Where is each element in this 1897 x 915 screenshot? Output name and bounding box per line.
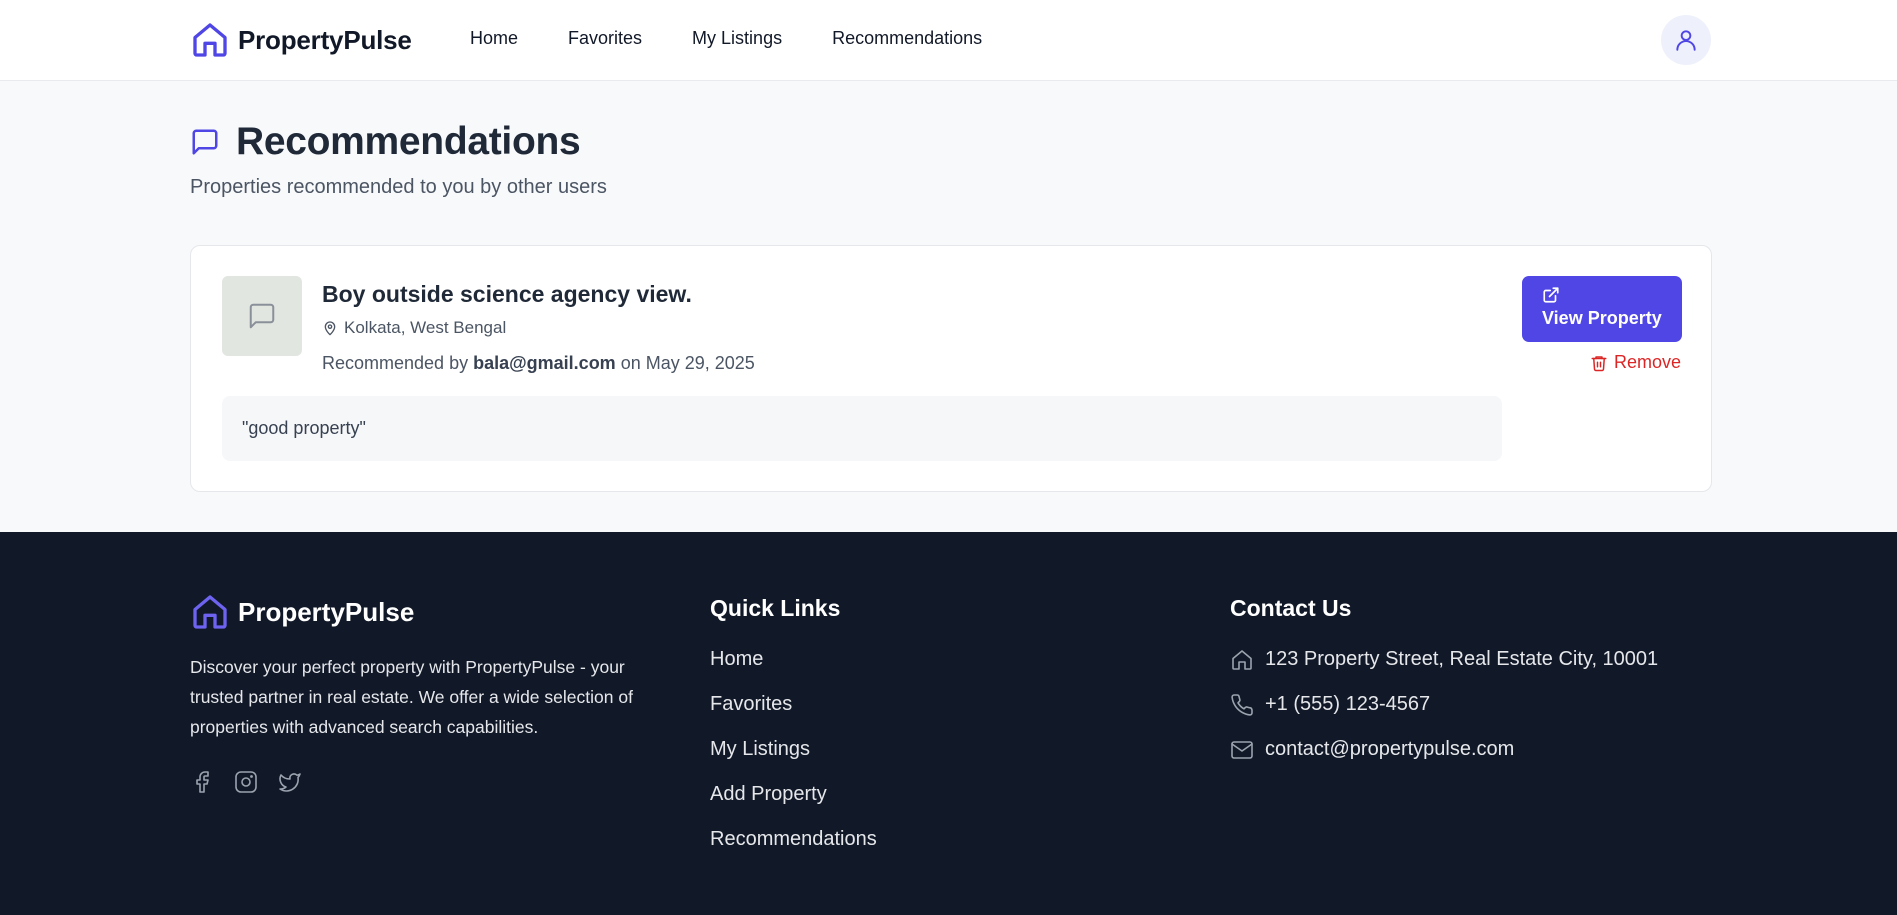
- footer-link-home[interactable]: Home: [710, 637, 877, 682]
- home-icon: [1232, 649, 1252, 670]
- mail-icon: [1231, 740, 1253, 759]
- home-logo-icon: [193, 23, 227, 57]
- contact-address: 123 Property Street, Real Estate City, 1…: [1230, 637, 1658, 682]
- view-property-label: View Property: [1542, 308, 1662, 328]
- view-property-button[interactable]: View Property: [1522, 276, 1682, 342]
- recommended-by-line: Recommended by bala@gmail.com on May 29,…: [322, 353, 755, 374]
- contact-phone: +1 (555) 123-4567: [1230, 682, 1658, 727]
- trash-icon: [1591, 355, 1607, 371]
- contact-title: Contact Us: [1230, 595, 1352, 621]
- user-icon: [1676, 30, 1696, 51]
- facebook-icon[interactable]: [190, 770, 214, 794]
- nav-home[interactable]: Home: [470, 28, 518, 49]
- quick-links-section: Quick Links Home Favorites My Listings A…: [710, 595, 877, 862]
- map-pin-icon: [324, 321, 336, 336]
- location-text: Kolkata, West Bengal: [344, 318, 507, 337]
- social-links: [190, 770, 322, 794]
- property-title[interactable]: Boy outside science agency view.: [322, 281, 692, 308]
- site-footer: PropertyPulse Discover your perfect prop…: [0, 532, 1897, 915]
- phone-icon: [1231, 693, 1253, 716]
- page-header: Recommendations Properties recommended t…: [190, 120, 607, 199]
- footer-link-favorites[interactable]: Favorites: [710, 682, 877, 727]
- quick-links-title: Quick Links: [710, 595, 841, 621]
- top-navbar: PropertyPulse Home Favorites My Listings…: [0, 0, 1897, 81]
- property-thumbnail[interactable]: [222, 276, 302, 356]
- page-subtitle: Properties recommended to you by other u…: [190, 176, 607, 198]
- contact-email: contact@propertypulse.com: [1230, 727, 1658, 772]
- nav-favorites[interactable]: Favorites: [568, 28, 642, 49]
- instagram-icon[interactable]: [234, 770, 258, 794]
- brand-logo[interactable]: PropertyPulse: [190, 20, 412, 60]
- brand-name: PropertyPulse: [238, 24, 412, 55]
- recommendation-card: Boy outside science agency view. Kolkata…: [190, 245, 1712, 492]
- main-nav: Home Favorites My Listings Recommendatio…: [470, 28, 1032, 49]
- page-title: Recommendations: [236, 120, 581, 163]
- footer-brand[interactable]: PropertyPulse: [190, 592, 414, 632]
- user-avatar-button[interactable]: [1661, 15, 1711, 65]
- address-text: 123 Property Street, Real Estate City, 1…: [1265, 648, 1659, 670]
- email-text: contact@propertypulse.com: [1265, 738, 1515, 760]
- footer-link-my-listings[interactable]: My Listings: [710, 727, 877, 772]
- footer-about: Discover your perfect property with Prop…: [190, 657, 633, 737]
- message-square-icon: [249, 303, 275, 329]
- recommendation-note: "good property": [222, 396, 1502, 461]
- recommender-email: bala@gmail.com: [473, 353, 616, 373]
- footer-link-recommendations[interactable]: Recommendations: [710, 817, 877, 862]
- phone-text: +1 (555) 123-4567: [1265, 693, 1431, 715]
- footer-brand-name: PropertyPulse: [238, 596, 415, 627]
- twitter-icon[interactable]: [278, 770, 302, 794]
- recommended-by-prefix: Recommended by: [322, 353, 469, 373]
- recommendation-date: May 29, 2025: [645, 353, 755, 373]
- nav-recommendations[interactable]: Recommendations: [832, 28, 982, 49]
- nav-my-listings[interactable]: My Listings: [692, 28, 782, 49]
- remove-button[interactable]: Remove: [1590, 352, 1681, 373]
- external-link-icon: [1543, 287, 1559, 303]
- message-square-icon: [192, 129, 218, 155]
- contact-section: Contact Us 123 Property Street, Real Est…: [1230, 595, 1658, 772]
- footer-link-add-property[interactable]: Add Property: [710, 772, 877, 817]
- remove-label: Remove: [1614, 352, 1682, 372]
- date-prefix: on: [620, 353, 641, 373]
- property-location: Kolkata, West Bengal: [322, 318, 506, 338]
- home-logo-icon: [193, 595, 227, 629]
